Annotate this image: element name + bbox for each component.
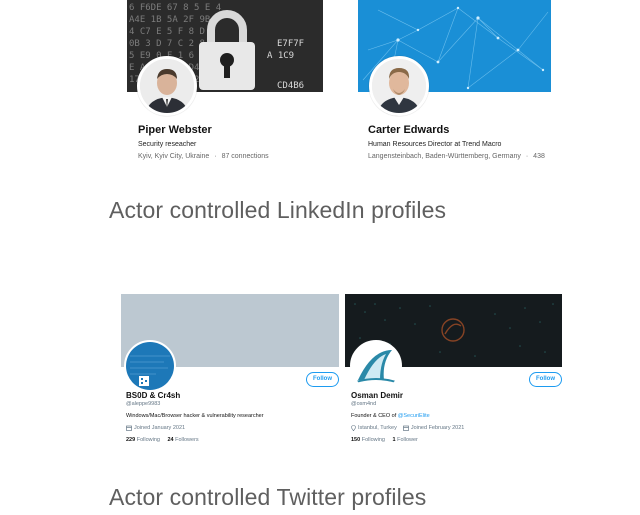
profile-stats: 229 Following 24 Followers — [126, 437, 199, 443]
profile-meta: Kyiv, Kyiv City, Ukraine · 87 connection… — [138, 153, 269, 160]
linkedin-profile-card-2[interactable]: Carter Edwards Human Resources Director … — [358, 0, 551, 172]
following-count: 150 — [351, 437, 361, 443]
meta-separator: · — [214, 153, 217, 160]
followers-label: Followers — [175, 437, 199, 443]
profile-name[interactable]: Osman Demir — [351, 391, 403, 400]
profile-location: Kyiv, Kyiv City, Ukraine — [138, 153, 210, 160]
profile-name[interactable]: Carter Edwards — [368, 124, 449, 136]
person-portrait-image — [372, 59, 426, 113]
profile-connections[interactable]: 87 connections — [222, 153, 269, 160]
location-text: Istanbul, Turkey — [358, 425, 397, 431]
blue-code-avatar-image — [126, 342, 174, 390]
person-portrait-image — [140, 59, 194, 113]
shark-fin-avatar-image — [352, 342, 400, 390]
profile-headline: Human Resources Director at Trend Macro — [368, 141, 502, 148]
profile-meta: Joined January 2021 — [126, 425, 185, 431]
profile-bio: Founder & CEO of @SecuriElite — [351, 413, 430, 419]
following-count: 229 — [126, 437, 136, 443]
meta-separator: · — [525, 153, 529, 160]
followers-count: 1 — [392, 437, 396, 443]
qr-code-icon — [139, 376, 149, 386]
following-link[interactable]: 150 Following — [351, 437, 385, 443]
profile-location: Istanbul, Turkey — [351, 425, 397, 431]
profile-headline: Security reseacher — [138, 141, 197, 148]
profile-meta: Istanbul, Turkey Joined February 2021 — [351, 425, 464, 431]
svg-text:CD4B6: CD4B6 — [277, 81, 304, 91]
profile-meta: Langensteinbach, Baden-Württemberg, Germ… — [368, 153, 545, 160]
profile-name[interactable]: BS0D & Cr4sh — [126, 391, 180, 400]
joined-date: Joined January 2021 — [126, 425, 185, 431]
bio-text: Founder & CEO of — [351, 413, 398, 419]
followers-count: 24 — [167, 437, 174, 443]
svg-text:E7F7F: E7F7F — [277, 39, 304, 49]
profile-avatar[interactable] — [350, 340, 402, 392]
followers-link[interactable]: 1 Follower — [392, 437, 417, 443]
profile-bio: Windows/Mac/Browser hacker & vulnerabili… — [126, 413, 264, 419]
profile-connections[interactable]: 438 — [533, 153, 545, 160]
linkedin-profile-card-1[interactable]: 6 F6DE 67 8 5 E 4 A4E 1B 5A 2F 9B 4 C7 E… — [127, 0, 323, 172]
follow-button[interactable]: Follow — [306, 372, 339, 387]
following-label: Following — [361, 437, 385, 443]
joined-text: Joined January 2021 — [134, 425, 186, 431]
profile-stats: 150 Following 1 Follower — [351, 437, 418, 443]
followers-label: Follower — [397, 437, 418, 443]
svg-text:6 F6DE 67 8 5 E 4: 6 F6DE 67 8 5 E 4 — [129, 3, 221, 13]
profile-avatar[interactable] — [369, 56, 429, 116]
twitter-profile-card-1[interactable]: Follow BS0D & Cr4sh @aleppe9983 Windows/… — [121, 294, 339, 450]
calendar-icon — [126, 425, 132, 431]
profile-location: Langensteinbach, Baden-Württemberg, Germ… — [368, 153, 521, 160]
linkedin-caption: Actor controlled LinkedIn profiles — [109, 197, 447, 223]
profile-handle[interactable]: @osm4nd — [351, 401, 376, 407]
twitter-profile-card-2[interactable]: Follow Osman Demir @osm4nd Founder & CEO… — [345, 294, 562, 450]
followers-link[interactable]: 24 Followers — [167, 437, 198, 443]
svg-text:4 C7 E 5 F 8 D 1: 4 C7 E 5 F 8 D 1 — [129, 27, 216, 37]
location-pin-icon — [351, 425, 356, 431]
profile-avatar[interactable] — [124, 340, 176, 392]
profile-avatar[interactable] — [137, 56, 197, 116]
twitter-caption: Actor controlled Twitter profiles — [109, 484, 427, 510]
follow-button[interactable]: Follow — [529, 372, 562, 387]
following-label: Following — [136, 437, 160, 443]
svg-text:A 1C9: A 1C9 — [267, 51, 294, 61]
svg-text:A4E 1B 5A 2F 9B: A4E 1B 5A 2F 9B — [129, 15, 210, 25]
bio-mention-link[interactable]: @SecuriElite — [398, 413, 430, 419]
following-link[interactable]: 229 Following — [126, 437, 160, 443]
joined-text: Joined February 2021 — [410, 425, 465, 431]
profile-name[interactable]: Piper Webster — [138, 124, 212, 136]
joined-date: Joined February 2021 — [402, 425, 465, 431]
profile-handle[interactable]: @aleppe9983 — [126, 401, 160, 407]
calendar-icon — [402, 425, 409, 431]
